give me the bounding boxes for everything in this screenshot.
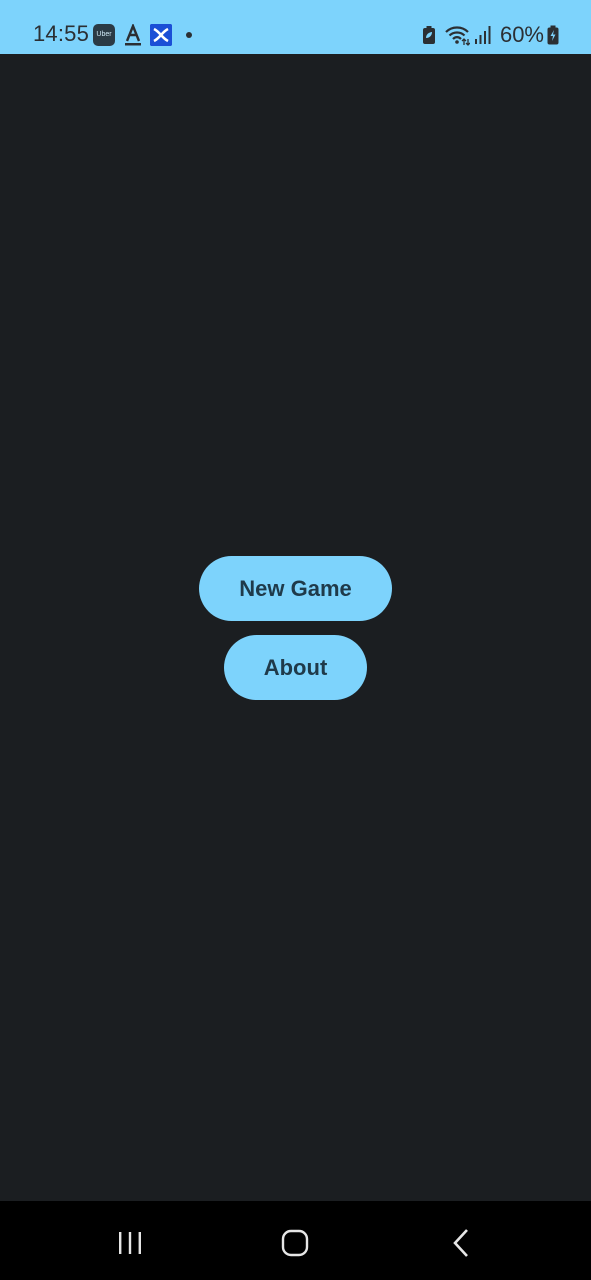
cross-app-icon: [150, 24, 172, 46]
recents-icon: [119, 1232, 141, 1254]
uber-icon: Uber: [93, 24, 115, 46]
signal-icon: [474, 26, 491, 44]
battery-saver-icon: [422, 26, 435, 44]
home-icon: [281, 1229, 309, 1257]
app-screen: 14:55 Uber 60% New Game About: [0, 0, 591, 1280]
font-a-icon: [125, 24, 141, 46]
status-time: 14:55: [33, 21, 90, 46]
battery-icon: [547, 25, 559, 45]
status-bar: 14:55 Uber 60%: [0, 0, 591, 54]
system-icons: 60%: [422, 22, 559, 48]
battery-percent: 60%: [499, 22, 544, 47]
about-button[interactable]: About: [224, 635, 367, 700]
navigation-bar: [0, 1201, 591, 1280]
wifi-icon: [445, 26, 470, 46]
notification-icons: Uber: [93, 23, 192, 47]
back-icon: [453, 1229, 468, 1257]
back-button[interactable]: [441, 1223, 481, 1263]
dot-icon: [186, 32, 192, 38]
new-game-button[interactable]: New Game: [199, 556, 392, 621]
recents-button[interactable]: [110, 1223, 150, 1263]
uber-icon-label: Uber: [96, 31, 112, 38]
home-button[interactable]: [275, 1223, 315, 1263]
